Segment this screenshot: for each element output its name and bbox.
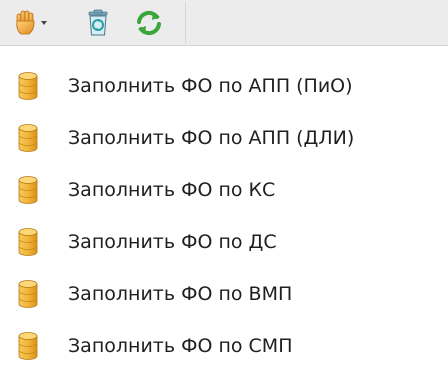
menu-item-fill-app-pio[interactable]: Заполнить ФО по АПП (ПиО) — [0, 70, 448, 122]
recycle-bin-icon — [88, 9, 108, 36]
menu-item-label: Заполнить ФО по ДС — [68, 231, 277, 253]
refresh-icon — [137, 10, 161, 36]
menu-item-label: Заполнить ФО по ВМП — [68, 283, 293, 305]
hand-icon — [16, 10, 47, 35]
toolbar-separator — [185, 2, 186, 44]
fill-fo-menu: Заполнить ФО по АПП (ПиО) Заполнить ФО п… — [0, 70, 448, 382]
menu-item-fill-vmp[interactable]: Заполнить ФО по ВМП — [0, 278, 448, 330]
database-icon — [18, 124, 38, 152]
menu-item-fill-ds[interactable]: Заполнить ФО по ДС — [0, 226, 448, 278]
chevron-down-icon — [41, 21, 47, 25]
recycle-bin-button[interactable] — [83, 8, 113, 38]
database-icon — [18, 332, 38, 360]
database-icon — [18, 176, 38, 204]
hand-tool-dropdown-button[interactable] — [13, 8, 53, 38]
menu-item-fill-app-dli[interactable]: Заполнить ФО по АПП (ДЛИ) — [0, 122, 448, 174]
menu-item-label: Заполнить ФО по АПП (ДЛИ) — [68, 127, 355, 149]
refresh-button[interactable] — [133, 8, 165, 38]
database-icon — [18, 72, 38, 100]
database-icon — [18, 228, 38, 256]
database-icon — [18, 280, 38, 308]
toolbar — [0, 0, 448, 46]
menu-item-fill-ks[interactable]: Заполнить ФО по КС — [0, 174, 448, 226]
menu-item-label: Заполнить ФО по КС — [68, 179, 276, 201]
menu-item-label: Заполнить ФО по АПП (ПиО) — [68, 75, 353, 97]
